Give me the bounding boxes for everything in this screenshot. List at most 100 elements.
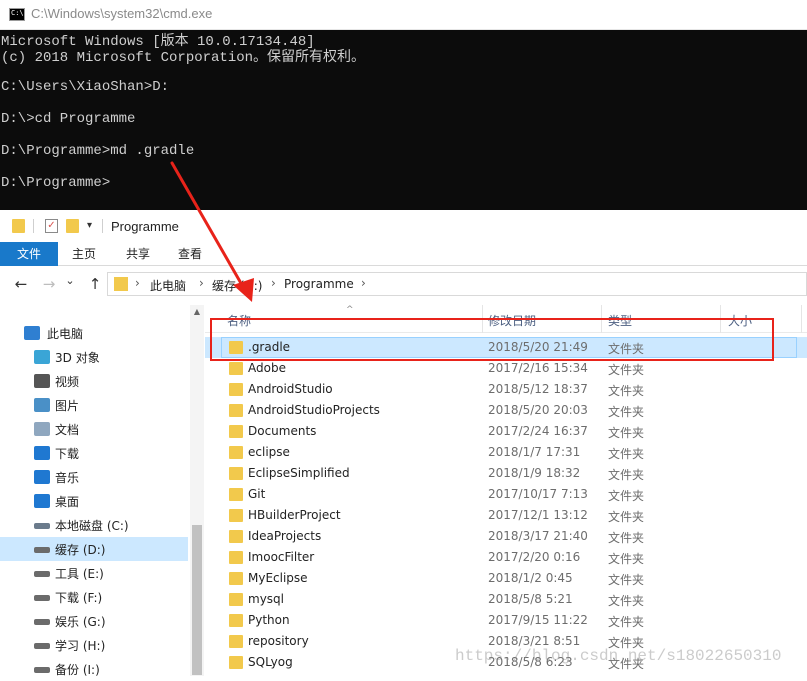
breadcrumb-separator[interactable]: › bbox=[271, 276, 276, 290]
up-arrow-icon[interactable]: ↑ bbox=[86, 275, 104, 293]
file-row[interactable]: HBuilderProject 2017/12/1 13:12 文件夹 bbox=[205, 505, 807, 526]
breadcrumb-drive-d[interactable]: 缓存 (D:) bbox=[212, 277, 262, 294]
folder-icon bbox=[229, 383, 243, 396]
cmd-line: (c) 2018 Microsoft Corporation。保留所有权利。 bbox=[1, 50, 366, 66]
3d-objects-icon bbox=[34, 350, 50, 364]
customize-toolbar-icon[interactable]: ▾ bbox=[87, 220, 92, 231]
quick-access-toolbar: ✓ ▾ Programme bbox=[0, 210, 807, 242]
file-row[interactable]: EclipseSimplified 2018/1/9 18:32 文件夹 bbox=[205, 463, 807, 484]
breadcrumb-separator[interactable]: › bbox=[135, 276, 140, 290]
nav-item[interactable]: 备份 (I:) bbox=[0, 657, 188, 681]
folder-icon bbox=[229, 467, 243, 480]
column-divider[interactable] bbox=[801, 305, 802, 333]
nav-item[interactable]: 文档 bbox=[0, 417, 188, 441]
file-row[interactable]: mysql 2018/5/8 5:21 文件夹 bbox=[205, 589, 807, 610]
cmd-window-title: C:\Windows\system32\cmd.exe bbox=[31, 6, 213, 21]
cmd-line: D:\>cd Programme bbox=[1, 111, 136, 127]
nav-item[interactable]: 缓存 (D:) bbox=[0, 537, 188, 561]
breadcrumb-separator[interactable]: › bbox=[361, 276, 366, 290]
tab-share[interactable]: 共享 bbox=[116, 242, 160, 266]
nav-scrollbar[interactable]: ▲ bbox=[190, 305, 204, 676]
file-name: eclipse bbox=[248, 445, 290, 459]
drive-icon bbox=[34, 547, 50, 553]
breadcrumb-programme[interactable]: Programme bbox=[284, 277, 354, 291]
navigation-bar: ← → ⌄ ↑ › 此电脑 › 缓存 (D:) › Programme › bbox=[0, 271, 807, 297]
drive-icon bbox=[34, 643, 50, 649]
ribbon-tabs: 文件 主页 共享 查看 bbox=[0, 242, 807, 266]
tab-file[interactable]: 文件 bbox=[0, 242, 58, 266]
cmd-titlebar[interactable]: C:\ C:\Windows\system32\cmd.exe bbox=[0, 0, 807, 30]
file-row[interactable]: Adobe 2017/2/16 15:34 文件夹 bbox=[205, 358, 807, 379]
file-row[interactable]: MyEclipse 2018/1/2 0:45 文件夹 bbox=[205, 568, 807, 589]
folder-icon bbox=[114, 277, 128, 291]
file-type: 文件夹 bbox=[608, 426, 645, 440]
breadcrumb-this-pc[interactable]: 此电脑 bbox=[150, 277, 186, 294]
nav-item-label: 音乐 bbox=[55, 471, 80, 485]
nav-item[interactable]: 下载 (F:) bbox=[0, 585, 188, 609]
file-row[interactable]: IdeaProjects 2018/3/17 21:40 文件夹 bbox=[205, 526, 807, 547]
new-folder-icon[interactable] bbox=[66, 219, 79, 233]
address-bar[interactable]: › 此电脑 › 缓存 (D:) › Programme › bbox=[107, 272, 807, 296]
file-row[interactable]: Git 2017/10/17 7:13 文件夹 bbox=[205, 484, 807, 505]
cmd-console[interactable]: Microsoft Windows [版本 10.0.17134.48] (c)… bbox=[0, 30, 807, 210]
file-modified-date: 2017/2/16 15:34 bbox=[488, 361, 588, 375]
file-type: 文件夹 bbox=[608, 552, 645, 566]
file-type: 文件夹 bbox=[608, 615, 645, 629]
file-name: AndroidStudio bbox=[248, 382, 333, 396]
nav-item[interactable]: 工具 (E:) bbox=[0, 561, 188, 585]
drive-c-icon bbox=[34, 523, 50, 529]
file-type: 文件夹 bbox=[608, 447, 645, 461]
folder-icon bbox=[229, 530, 243, 543]
file-modified-date: 2018/5/8 5:21 bbox=[488, 592, 573, 606]
tab-view[interactable]: 查看 bbox=[168, 242, 212, 266]
file-modified-date: 2017/9/15 11:22 bbox=[488, 613, 588, 627]
scroll-up-icon[interactable]: ▲ bbox=[190, 305, 204, 319]
nav-item-label: 文档 bbox=[55, 423, 80, 437]
nav-item[interactable]: 娱乐 (G:) bbox=[0, 609, 188, 633]
breadcrumb-separator[interactable]: › bbox=[199, 276, 204, 290]
file-modified-date: 2017/2/24 16:37 bbox=[488, 424, 588, 438]
file-name: HBuilderProject bbox=[248, 508, 341, 522]
file-type: 文件夹 bbox=[608, 363, 645, 377]
nav-item[interactable]: 图片 bbox=[0, 393, 188, 417]
downloads-icon bbox=[34, 446, 50, 460]
nav-item-label: 下载 bbox=[55, 447, 80, 461]
folder-icon bbox=[229, 635, 243, 648]
nav-item[interactable]: 学习 (H:) bbox=[0, 633, 188, 657]
file-modified-date: 2018/5/20 20:03 bbox=[488, 403, 588, 417]
chevron-down-icon[interactable]: ⌄ bbox=[61, 274, 79, 287]
file-row[interactable]: Python 2017/9/15 11:22 文件夹 bbox=[205, 610, 807, 631]
back-arrow-icon[interactable]: ← bbox=[12, 275, 30, 293]
scrollbar-thumb[interactable] bbox=[192, 525, 202, 675]
forward-arrow-icon[interactable]: → bbox=[40, 275, 58, 293]
file-row[interactable]: ImoocFilter 2017/2/20 0:16 文件夹 bbox=[205, 547, 807, 568]
folder-icon bbox=[229, 551, 243, 564]
tab-home[interactable]: 主页 bbox=[62, 242, 106, 266]
nav-item[interactable]: 3D 对象 bbox=[0, 345, 188, 369]
properties-icon[interactable]: ✓ bbox=[45, 219, 58, 233]
file-type: 文件夹 bbox=[608, 594, 645, 608]
file-row[interactable]: AndroidStudio 2018/5/12 18:37 文件夹 bbox=[205, 379, 807, 400]
drive-icon bbox=[34, 571, 50, 577]
nav-item[interactable]: 此电脑 bbox=[0, 321, 188, 345]
window-title: Programme bbox=[111, 219, 179, 234]
nav-item[interactable]: 音乐 bbox=[0, 465, 188, 489]
file-row[interactable]: AndroidStudioProjects 2018/5/20 20:03 文件夹 bbox=[205, 400, 807, 421]
file-type: 文件夹 bbox=[608, 489, 645, 503]
nav-item[interactable]: 本地磁盘 (C:) bbox=[0, 513, 188, 537]
cmd-line: C:\Users\XiaoShan>D: bbox=[1, 79, 170, 95]
nav-item[interactable]: 下载 bbox=[0, 441, 188, 465]
nav-item[interactable]: 视频 bbox=[0, 369, 188, 393]
nav-item-label: 3D 对象 bbox=[55, 351, 100, 365]
drive-icon bbox=[34, 595, 50, 601]
nav-item-label: 缓存 (D:) bbox=[55, 543, 106, 557]
file-modified-date: 2018/3/17 21:40 bbox=[488, 529, 588, 543]
file-row[interactable]: eclipse 2018/1/7 17:31 文件夹 bbox=[205, 442, 807, 463]
folder-icon bbox=[229, 593, 243, 606]
file-row[interactable]: Documents 2017/2/24 16:37 文件夹 bbox=[205, 421, 807, 442]
nav-item[interactable]: 桌面 bbox=[0, 489, 188, 513]
navigation-pane[interactable]: 此电脑 3D 对象视频 图片文档下载音乐桌面 本地磁盘 (C:) 缓存 (D:) 工具 (… bbox=[0, 305, 205, 677]
folder-icon bbox=[229, 488, 243, 501]
file-type: 文件夹 bbox=[608, 510, 645, 524]
documents-icon bbox=[34, 422, 50, 436]
